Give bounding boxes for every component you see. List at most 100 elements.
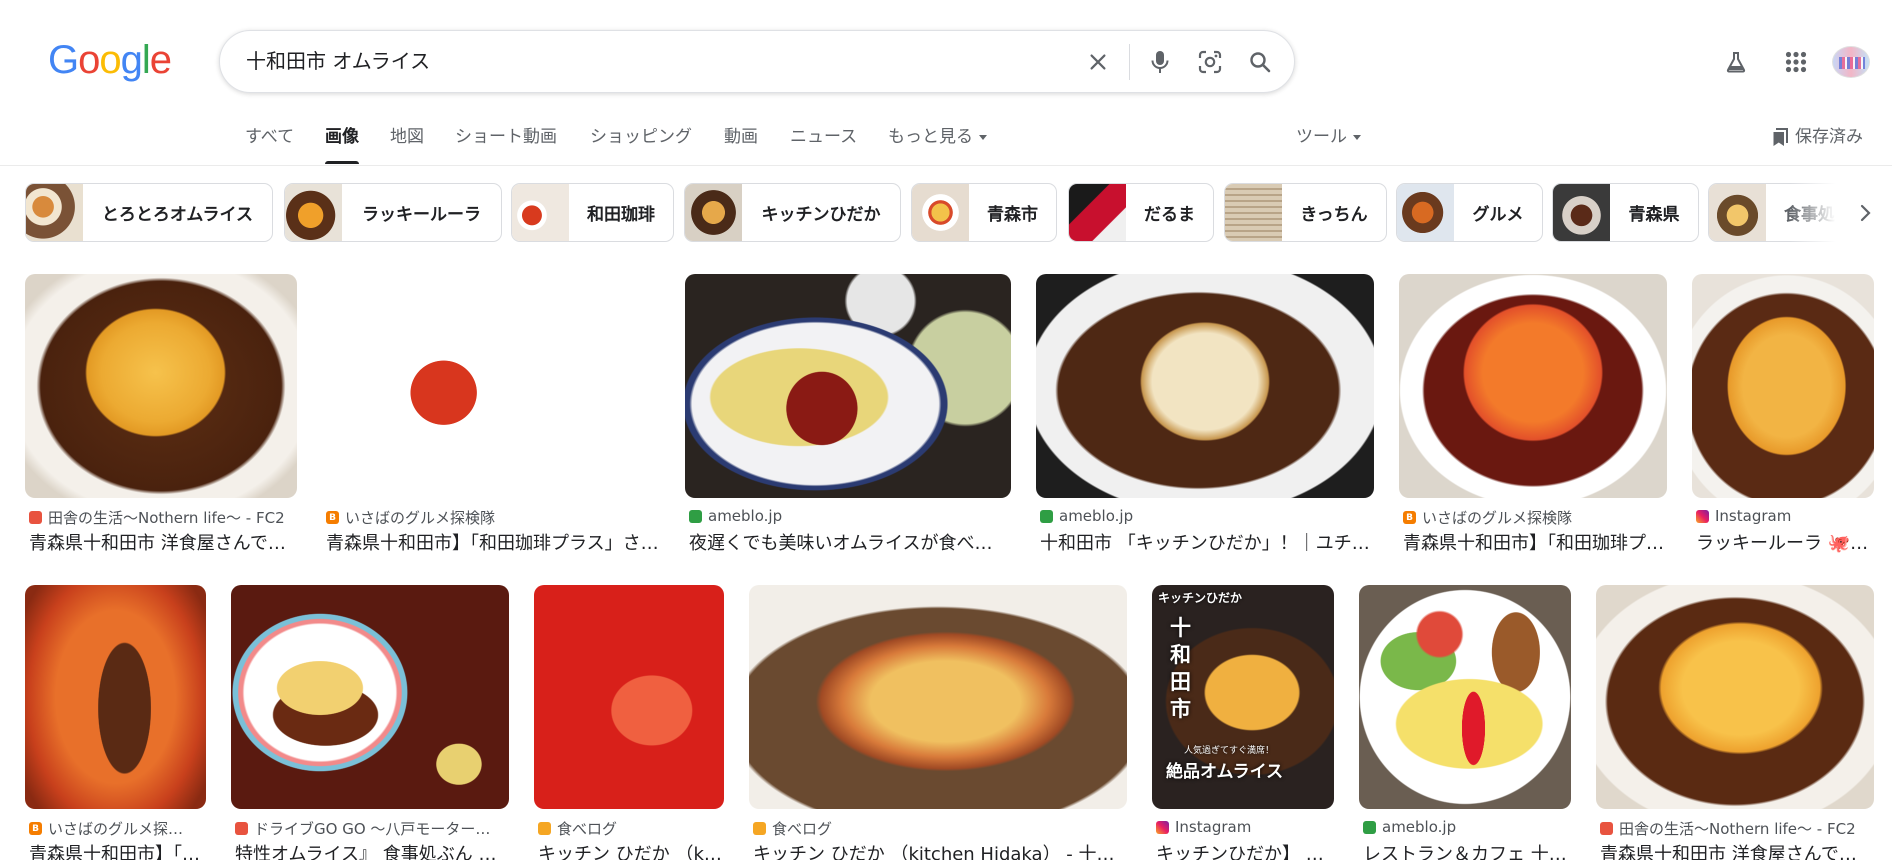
result-source: ameblo.jp [689, 507, 1011, 525]
image-result-10[interactable]: 食べログ キッチン ひだか （kitchen Hidaka） - 十和… [749, 585, 1127, 860]
result-source: Instagram [1696, 507, 1874, 525]
chip-aomori-prefecture[interactable]: 青森県 [1552, 183, 1699, 242]
result-source: B いさばのグルメ探… [29, 818, 206, 839]
omurice-photo [1596, 585, 1874, 809]
image-result-11[interactable]: キッチンひだか 十和田市 人気過ぎてすぐ満席！ 絶品オムライス Instagra… [1152, 585, 1334, 860]
chevron-down-icon [979, 134, 987, 140]
result-source: ameblo.jp [1363, 818, 1571, 836]
result-title[interactable]: 青森県十和田市 洋食屋さんで… [29, 529, 297, 555]
chevron-down-icon [1353, 134, 1361, 140]
tab-images[interactable]: 画像 [325, 126, 359, 164]
source-name: 田舎の生活〜Nothern life〜 - FC2 [1619, 820, 1856, 838]
chip-label: きっちん [1300, 205, 1368, 225]
search-divider [1129, 44, 1130, 80]
fc2-icon [29, 511, 42, 524]
tabelog-icon [753, 822, 766, 835]
image-result-1[interactable]: 田舎の生活〜Nothern life〜 - FC2 青森県十和田市 洋食屋さんで… [25, 274, 297, 557]
blogger-icon: B [29, 822, 42, 835]
source-name: 食べログ [772, 820, 833, 838]
overlay-small-text: 人気過ぎてすぐ満席！ [1184, 746, 1275, 756]
chip-lucky-rula[interactable]: ラッキールーラ [284, 183, 502, 242]
image-result-4[interactable]: ameblo.jp 十和田市 「キッチンひだか」！｜ユチ… [1036, 274, 1374, 557]
result-title[interactable]: 青森県十和田市】「和田珈琲プラス」さ… [326, 529, 660, 555]
chip-gourmet[interactable]: グルメ [1396, 183, 1543, 242]
labs-flask-icon[interactable] [1718, 44, 1754, 80]
omurice-photo [1359, 585, 1571, 809]
chip-label: 和田珈琲 [587, 205, 655, 225]
result-title[interactable]: 夜遅くでも美味いオムライスが食べ… [689, 529, 1011, 555]
result-source: ドライブGO GO 〜八戸モーター… [235, 818, 509, 839]
tab-news[interactable]: ニュース [790, 126, 857, 148]
tools-button[interactable]: ツール [1296, 126, 1361, 148]
chip-label: とろとろオムライス [101, 205, 254, 225]
result-title[interactable]: 十和田市 「キッチンひだか」！｜ユチ… [1040, 529, 1374, 555]
source-name: いさばのグルメ探… [48, 820, 184, 838]
ameblo-icon [1363, 820, 1376, 834]
source-name: ameblo.jp [1382, 818, 1457, 836]
chip-torotoro-omurice[interactable]: とろとろオムライス [25, 183, 273, 242]
image-result-8[interactable]: ドライブGO GO 〜八戸モーター… 特性オムライス』 食事処ぶん … [231, 585, 509, 860]
bookmark-icon [1773, 128, 1788, 146]
image-result-6[interactable]: Instagram ラッキールーラ 🐙… [1692, 274, 1874, 557]
chip-thumbnail [685, 184, 742, 241]
search-icon[interactable] [1242, 44, 1278, 80]
google-logo[interactable]: Google [48, 38, 172, 82]
omurice-photo [25, 585, 206, 809]
result-title[interactable]: 青森県十和田市】「… [29, 840, 206, 860]
chip-wada-coffee[interactable]: 和田珈琲 [511, 183, 674, 242]
chip-kicchin[interactable]: きっちん [1224, 183, 1387, 242]
clear-icon[interactable] [1080, 44, 1116, 80]
omurice-photo [322, 274, 660, 498]
result-source: ameblo.jp [1040, 507, 1374, 525]
search-box[interactable]: 十和田市 オムライス [219, 30, 1295, 93]
camera-lens-icon[interactable] [1192, 44, 1228, 80]
chip-kitchen-hidaka[interactable]: キッチンひだか [684, 183, 901, 242]
result-title[interactable]: ラッキールーラ 🐙… [1696, 529, 1874, 555]
chip-thumbnail [512, 184, 569, 241]
result-title[interactable]: 青森県十和田市】「和田珈琲プ… [1403, 529, 1667, 555]
chip-daruma[interactable]: だるま [1068, 183, 1214, 242]
tab-all[interactable]: すべて [245, 126, 294, 148]
result-source: B いさばのグルメ探検隊 [1403, 507, 1667, 528]
tab-shopping[interactable]: ショッピング [590, 126, 692, 148]
blogger-icon: B [326, 511, 339, 524]
account-avatar[interactable] [1832, 46, 1870, 78]
chip-thumbnail [1709, 184, 1766, 241]
saved-button[interactable]: 保存済み [1772, 126, 1863, 148]
tab-more[interactable]: もっと見る [888, 126, 987, 148]
microphone-icon[interactable] [1142, 44, 1178, 80]
result-title[interactable]: 青森県十和田市 洋食屋さんで… [1600, 840, 1874, 860]
tab-maps[interactable]: 地図 [390, 126, 424, 148]
result-title[interactable]: キッチンひだか】 … [1156, 840, 1334, 860]
source-name: ameblo.jp [1059, 507, 1134, 525]
apps-grid-icon[interactable] [1778, 44, 1814, 80]
image-result-5[interactable]: B いさばのグルメ探検隊 青森県十和田市】「和田珈琲プ… [1399, 274, 1667, 557]
image-result-12[interactable]: ameblo.jp レストラン＆カフェ 十… [1359, 585, 1571, 860]
chip-thumbnail [1225, 184, 1282, 241]
source-name: いさばのグルメ探検隊 [1422, 509, 1573, 527]
result-title[interactable]: キッチン ひだか （kitchen Hidaka） - 十和… [753, 840, 1127, 860]
result-title[interactable]: 特性オムライス』 食事処ぶん … [235, 840, 509, 860]
source-name: Instagram [1175, 818, 1252, 836]
image-result-3[interactable]: ameblo.jp 夜遅くでも美味いオムライスが食べ… [685, 274, 1011, 557]
source-name: ドライブGO GO 〜八戸モーター… [254, 820, 491, 838]
instagram-icon [1156, 820, 1169, 834]
chip-aomori-city[interactable]: 青森市 [911, 183, 1057, 242]
omurice-photo [231, 585, 509, 809]
chevron-right-icon[interactable] [1852, 198, 1880, 228]
result-title[interactable]: キッチン ひだか （k… [538, 840, 724, 860]
result-title[interactable]: レストラン＆カフェ 十… [1363, 840, 1571, 860]
chip-thumbnail [1069, 184, 1126, 241]
image-result-2[interactable]: B いさばのグルメ探検隊 青森県十和田市】「和田珈琲プラス」さ… [322, 274, 660, 557]
image-result-9[interactable]: 食べログ キッチン ひだか （k… [534, 585, 724, 860]
tab-short-videos[interactable]: ショート動画 [455, 126, 557, 148]
image-result-7[interactable]: B いさばのグルメ探… 青森県十和田市】「… [25, 585, 206, 860]
search-input[interactable]: 十和田市 オムライス [246, 31, 430, 92]
chip-thumbnail [26, 184, 83, 241]
image-result-13[interactable]: 田舎の生活〜Nothern life〜 - FC2 青森県十和田市 洋食屋さんで… [1596, 585, 1874, 860]
omurice-photo [685, 274, 1011, 498]
ameblo-icon [1040, 509, 1053, 523]
tab-videos[interactable]: 動画 [724, 126, 758, 148]
chip-label: だるま [1144, 205, 1195, 225]
omurice-photo [1692, 274, 1874, 498]
